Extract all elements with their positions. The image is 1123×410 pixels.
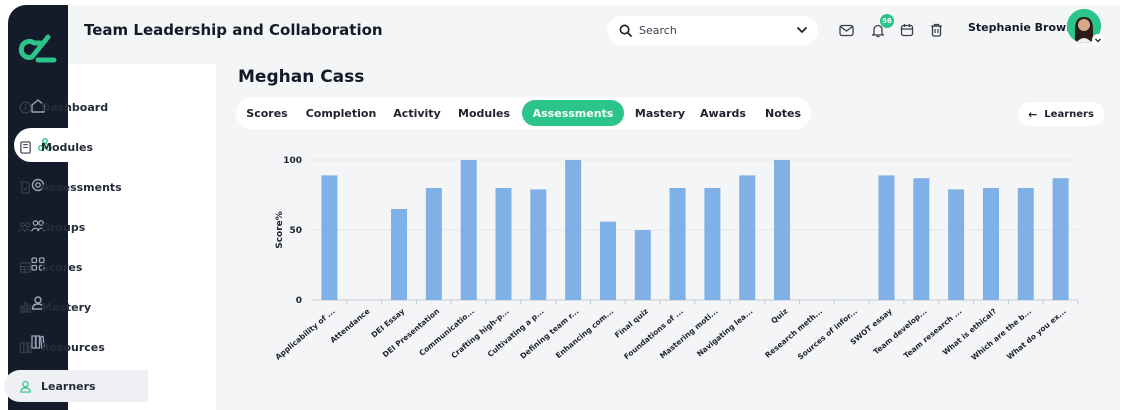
bar: [704, 188, 721, 300]
bar: [1017, 188, 1034, 300]
sidebar-item-dashboard[interactable]: Dashboard: [18, 91, 144, 123]
bar: [1052, 178, 1069, 300]
sidebar-item-resources[interactable]: Resources: [18, 331, 144, 363]
avatar-chevron-icon[interactable]: [1092, 34, 1104, 46]
sidebar-item-scores[interactable]: Scores: [18, 251, 144, 283]
x-tick-label: Research meth...: [763, 307, 824, 360]
sidebar-item-label: Assessments: [41, 180, 122, 194]
bar: [565, 160, 582, 300]
learner-name: Meghan Cass: [238, 67, 365, 87]
person-icon: [18, 379, 32, 393]
calendar-icon[interactable]: [899, 22, 915, 38]
trash-icon[interactable]: [928, 22, 944, 38]
x-tick-label: What do you ex...: [1005, 307, 1068, 362]
y-tick-label: 50: [289, 226, 302, 236]
assessment-score-chart: 050100Score%Applicability of ...Attendan…: [274, 156, 1079, 363]
tab-awards[interactable]: Awards: [697, 97, 749, 129]
x-tick-label: Which are the b...: [969, 307, 1033, 363]
module-page-icon: [18, 140, 32, 154]
sidebar-item-label: Modules: [41, 140, 93, 154]
x-tick-label: Applicability of ...: [274, 307, 337, 362]
bar: [948, 189, 965, 300]
arrow-left-icon: ←: [1028, 107, 1038, 121]
app-logo[interactable]: [18, 33, 58, 67]
search-icon: [619, 24, 632, 37]
chevron-down-icon[interactable]: [796, 24, 808, 36]
bar: [460, 160, 477, 300]
tab-completion[interactable]: Completion: [302, 97, 380, 129]
sidebar-item-mastery[interactable]: Mastery: [18, 291, 144, 323]
sidebar-item-label: Learners: [41, 379, 96, 393]
y-tick-label: 100: [283, 156, 302, 166]
sidebar-item-groups[interactable]: Groups: [18, 211, 144, 243]
sidebar-item-modules[interactable]: Modules: [18, 131, 144, 163]
y-axis-label: Score%: [275, 211, 285, 249]
x-tick-label: Quiz: [769, 307, 789, 326]
sidebar-item-label: Resources: [41, 340, 105, 354]
bar: [739, 175, 756, 300]
x-tick-label: Sources of infor...: [796, 307, 859, 362]
back-to-learners-button[interactable]: ← Learners: [1018, 102, 1104, 126]
page-title: Team Leadership and Collaboration: [84, 21, 383, 39]
sidebar-item-assessments[interactable]: Assessments: [18, 171, 144, 203]
search-box[interactable]: [607, 16, 818, 45]
bar: [634, 230, 651, 300]
tab-bar: Scores Completion Activity Modules Assessmen…: [236, 97, 811, 129]
bar: [425, 188, 442, 300]
tab-notes[interactable]: Notes: [760, 97, 806, 129]
x-tick-label: Mastering moti...: [658, 307, 720, 361]
mastery-bars-icon: [18, 300, 32, 314]
bar: [599, 221, 616, 300]
x-tick-label: Team research ...: [902, 307, 964, 361]
sidebar-item-label: Groups: [41, 220, 86, 234]
bar: [495, 188, 512, 300]
bar: [982, 188, 999, 300]
bar: [530, 189, 547, 300]
sidebar-item-learners[interactable]: Learners: [4, 370, 148, 402]
search-input[interactable]: [639, 24, 789, 37]
groups-icon: [18, 220, 32, 234]
bar: [669, 188, 686, 300]
tab-mastery[interactable]: Mastery: [632, 97, 688, 129]
assessment-doc-icon: [18, 180, 32, 194]
sidebar-item-label: Dashboard: [41, 100, 109, 114]
tab-scores[interactable]: Scores: [242, 97, 292, 129]
tab-assessments[interactable]: Assessments: [522, 100, 624, 126]
x-tick-label: Defining team r...: [518, 307, 580, 361]
sidebar-item-label: Scores: [41, 260, 83, 274]
bar: [774, 160, 791, 300]
back-button-label: Learners: [1044, 108, 1094, 120]
bar: [391, 209, 408, 300]
sidebar-item-label: Mastery: [41, 300, 92, 314]
info-circle-icon: [18, 100, 32, 114]
bar: [321, 175, 338, 300]
y-tick-label: 0: [296, 296, 302, 306]
bar: [913, 178, 930, 300]
bar: [878, 175, 895, 300]
notification-badge: 56: [880, 14, 894, 28]
tab-modules[interactable]: Modules: [454, 97, 514, 129]
books-icon: [18, 340, 32, 354]
user-name[interactable]: Stephanie Brown: [968, 21, 1074, 34]
x-tick-label: Enhancing com...: [554, 307, 615, 361]
x-tick-label: Crafting high-p...: [449, 307, 511, 361]
table-icon: [18, 260, 32, 274]
x-tick-label: Foundations of ...: [622, 307, 685, 362]
mail-icon[interactable]: [838, 22, 854, 38]
tab-activity[interactable]: Activity: [388, 97, 446, 129]
